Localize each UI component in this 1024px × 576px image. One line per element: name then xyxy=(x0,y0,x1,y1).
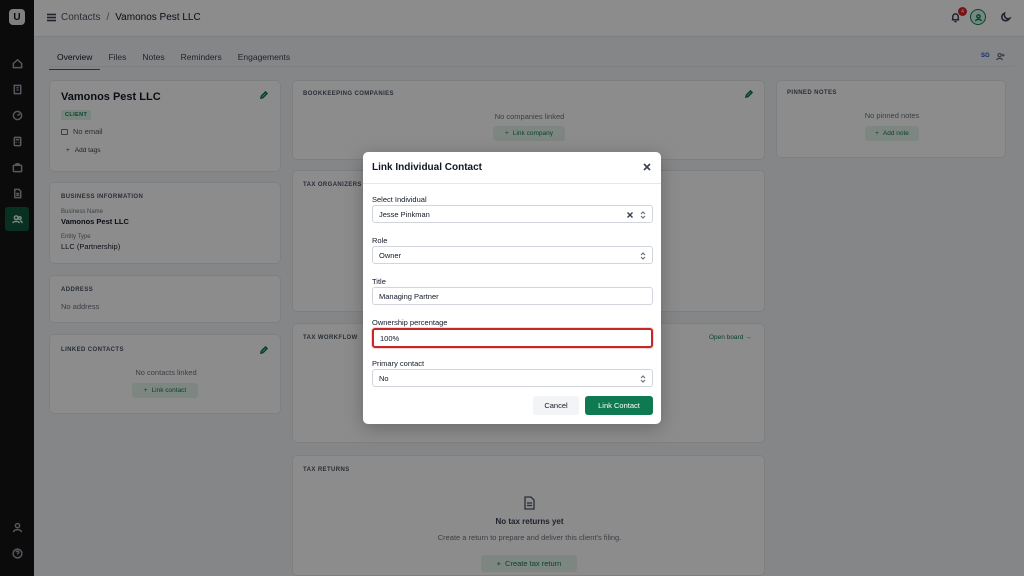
ownership-input[interactable]: 100% xyxy=(372,328,653,348)
chevron-updown-icon xyxy=(640,252,646,260)
close-icon[interactable] xyxy=(643,163,653,173)
primary-contact-select[interactable]: No xyxy=(372,369,653,387)
select-individual-field[interactable]: Jesse Pinkman xyxy=(372,205,653,223)
role-select[interactable]: Owner xyxy=(372,246,653,264)
primary-contact-label: Primary contact xyxy=(372,359,425,368)
title-value: Managing Partner xyxy=(379,291,439,301)
modal-divider xyxy=(363,183,661,184)
chevron-updown-icon xyxy=(640,211,646,219)
ownership-value: 100% xyxy=(380,333,400,343)
chevron-updown-icon xyxy=(640,375,646,383)
cancel-button[interactable]: Cancel xyxy=(533,396,579,415)
link-contact-modal: Link Individual Contact Select Individua… xyxy=(363,152,661,424)
title-input[interactable]: Managing Partner xyxy=(372,287,653,305)
modal-title: Link Individual Contact xyxy=(372,162,483,173)
select-individual-value: Jesse Pinkman xyxy=(379,209,430,219)
primary-contact-value: No xyxy=(379,373,389,383)
link-contact-submit-button[interactable]: Link Contact xyxy=(585,396,653,415)
role-value: Owner xyxy=(379,250,402,260)
clear-icon[interactable] xyxy=(627,211,634,218)
select-individual-label: Select Individual xyxy=(372,195,427,204)
title-label: Title xyxy=(372,277,386,286)
ownership-label: Ownership percentage xyxy=(372,318,448,327)
role-label: Role xyxy=(372,236,388,245)
